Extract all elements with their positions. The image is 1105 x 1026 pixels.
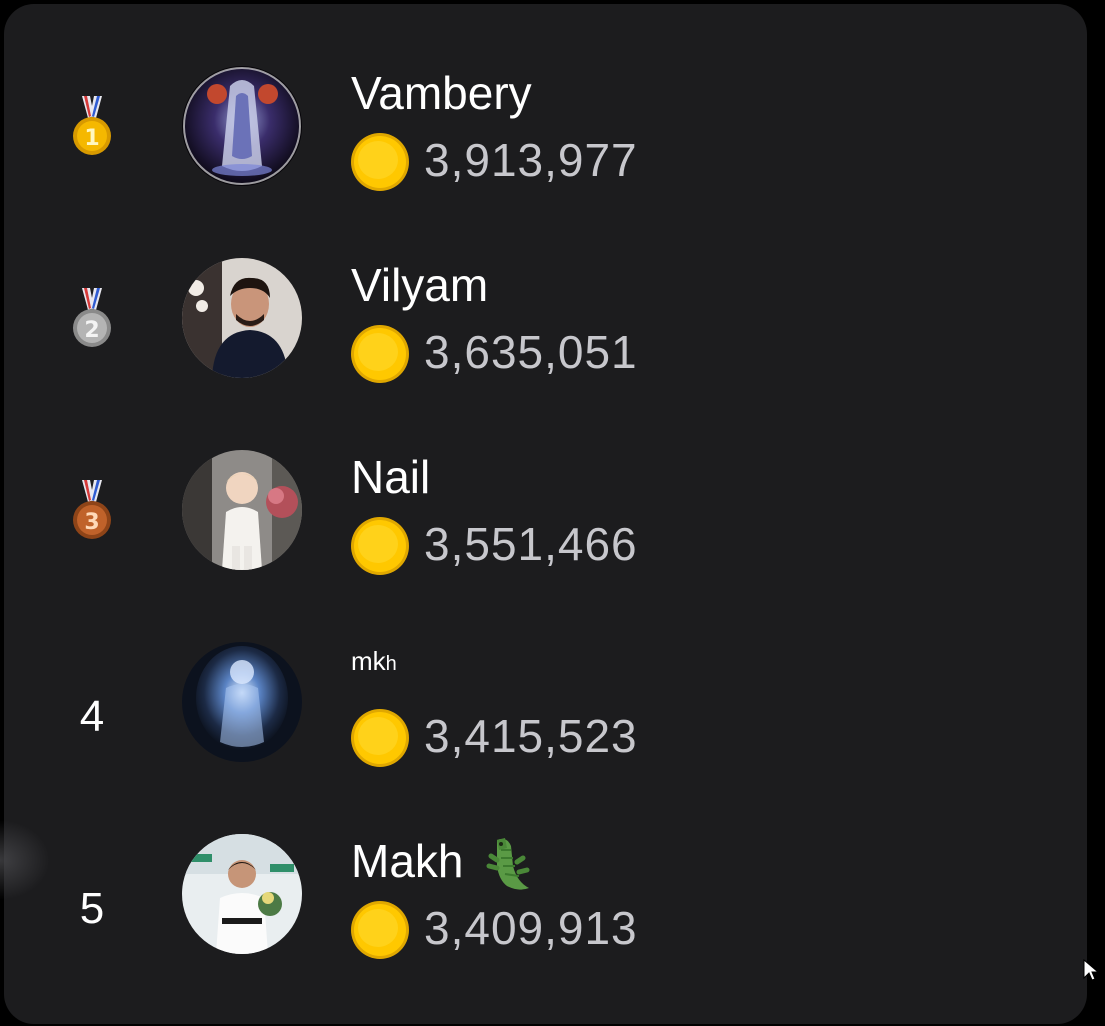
edge-glow bbox=[0, 820, 50, 900]
cursor-icon bbox=[1082, 958, 1100, 982]
avatar[interactable] bbox=[182, 450, 302, 570]
player-name: Makh bbox=[351, 834, 539, 894]
player-name: mkh bbox=[351, 646, 397, 676]
rank-number: 5 bbox=[79, 884, 105, 933]
silver-medal-icon: 2 bbox=[70, 286, 114, 352]
coin-icon bbox=[350, 900, 410, 960]
coin-icon bbox=[350, 708, 410, 768]
coin-icon bbox=[350, 324, 410, 384]
player-name-suffix: h bbox=[385, 653, 397, 675]
avatar[interactable] bbox=[182, 834, 302, 954]
player-score: 3,635,051 bbox=[424, 326, 638, 378]
gold-medal-icon: 1 bbox=[70, 94, 114, 160]
avatar[interactable] bbox=[182, 66, 302, 186]
avatar[interactable] bbox=[182, 258, 302, 378]
leaderboard-row-4[interactable]: 4 mkh 3,415,523 bbox=[4, 642, 1087, 834]
leaderboard-card: 1 Vambery 3,913,977 2 Vilyam 3,635,051 3… bbox=[4, 4, 1087, 1024]
player-score: 3,913,977 bbox=[424, 134, 638, 186]
crocodile-emoji-icon bbox=[477, 836, 539, 894]
player-score: 3,415,523 bbox=[424, 710, 638, 762]
leaderboard-row-1[interactable]: 1 Vambery 3,913,977 bbox=[4, 66, 1087, 258]
player-score: 3,409,913 bbox=[424, 902, 638, 954]
player-score: 3,551,466 bbox=[424, 518, 638, 570]
coin-icon bbox=[350, 516, 410, 576]
leaderboard-row-2[interactable]: 2 Vilyam 3,635,051 bbox=[4, 258, 1087, 450]
leaderboard-row-3[interactable]: 3 Nail 3,551,466 bbox=[4, 450, 1087, 642]
bronze-medal-icon: 3 bbox=[70, 478, 114, 544]
leaderboard-row-5[interactable]: 5 Makh 3,409,913 bbox=[4, 834, 1087, 1026]
svg-text:2: 2 bbox=[84, 318, 99, 343]
rank-number: 4 bbox=[79, 692, 105, 741]
avatar[interactable] bbox=[182, 642, 302, 762]
coin-icon bbox=[350, 132, 410, 192]
svg-text:3: 3 bbox=[84, 510, 99, 535]
player-name: Nail bbox=[351, 451, 431, 503]
svg-text:1: 1 bbox=[84, 126, 99, 151]
player-name: Vambery bbox=[351, 67, 532, 119]
player-name: Vilyam bbox=[351, 259, 489, 311]
